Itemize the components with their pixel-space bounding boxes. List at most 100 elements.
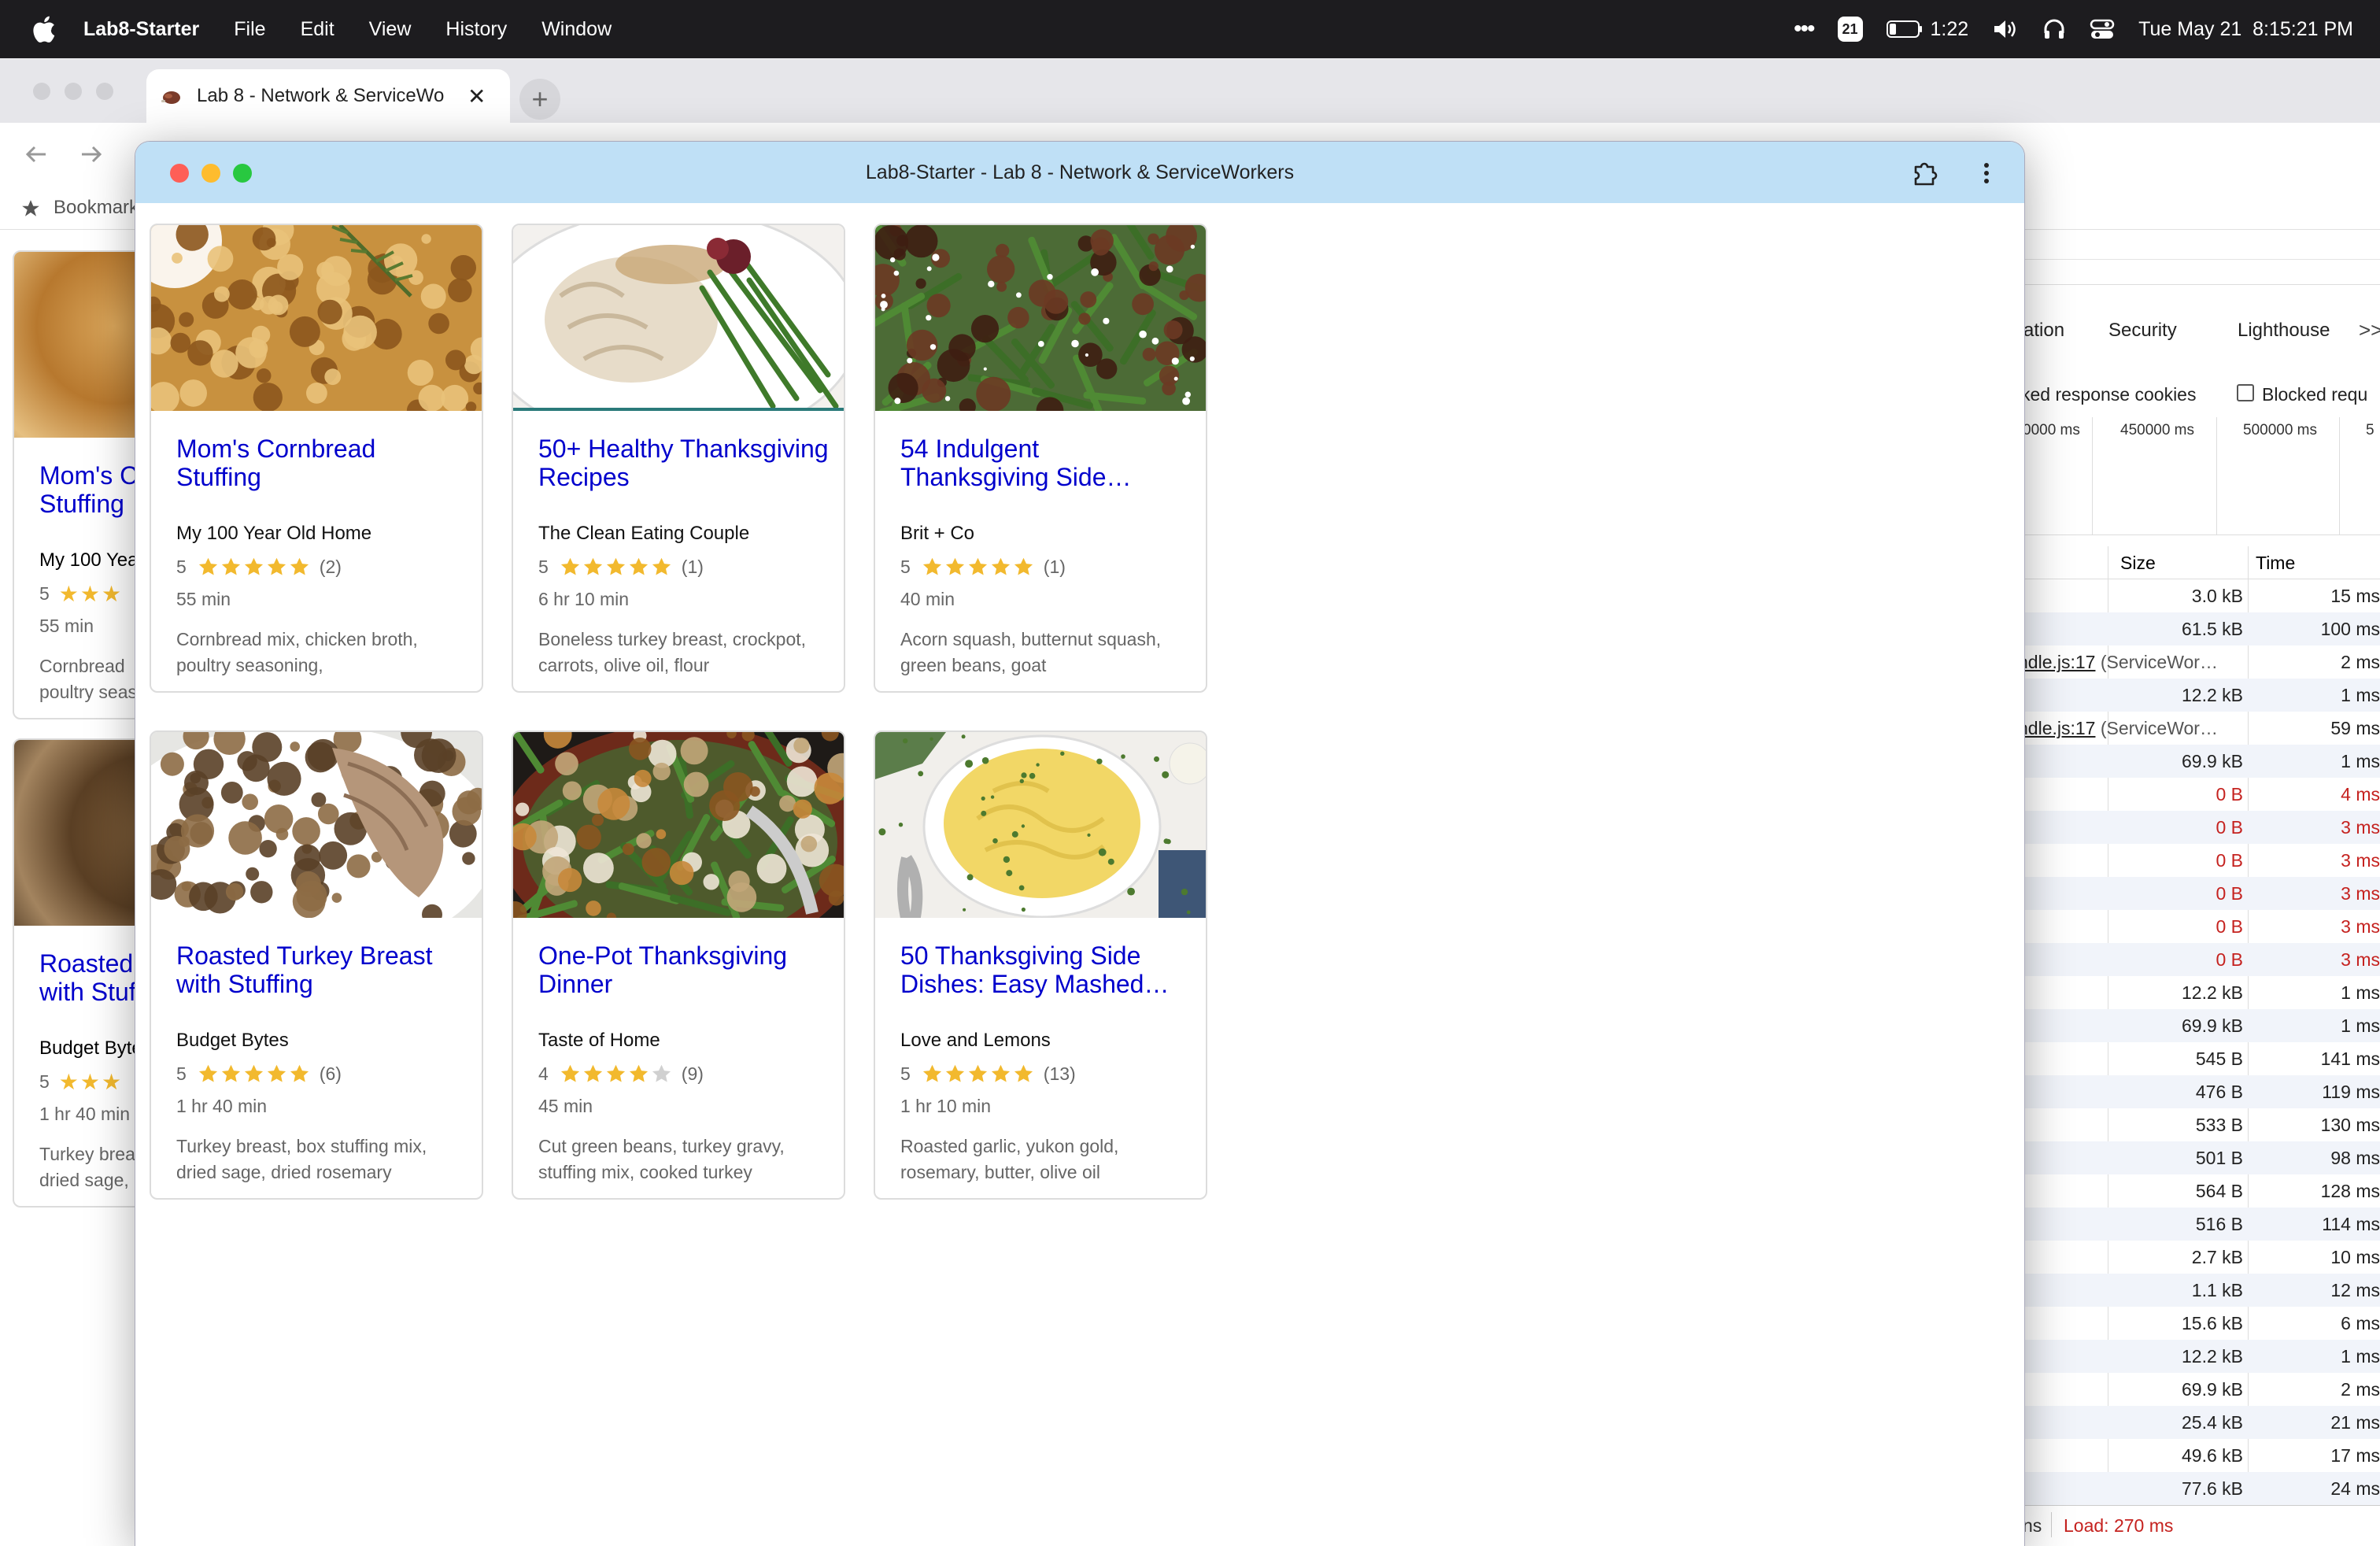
star-icon <box>583 1064 602 1082</box>
control-center-icon[interactable] <box>2090 18 2115 40</box>
menu-file[interactable]: File <box>234 18 265 41</box>
row-initiator[interactable]: ndle.js:17 (ServiceWor… <box>2018 718 2218 739</box>
recipe-title-link[interactable]: Roasted Turkey Breast with Stuffing <box>176 941 468 998</box>
timeline-tick: 500000 ms <box>2243 422 2318 438</box>
battery-status[interactable]: 1:22 <box>1886 18 1968 41</box>
network-row[interactable]: 564 B 128 ms <box>2015 1174 2380 1208</box>
recipe-image <box>151 225 482 411</box>
network-row[interactable]: 69.9 kB 2 ms <box>2015 1373 2380 1406</box>
volume-icon[interactable] <box>1992 18 2019 40</box>
blocked-requests-checkbox[interactable] <box>2237 384 2254 401</box>
network-row[interactable]: 0 B 3 ms <box>2015 877 2380 910</box>
network-row[interactable]: 0 B 3 ms <box>2015 910 2380 943</box>
recipe-title-link[interactable]: 50 Thanksgiving Side Dishes: Easy Mashed… <box>900 941 1192 998</box>
recipe-card[interactable]: One-Pot Thanksgiving Dinner Taste of Home… <box>512 730 845 1200</box>
row-size: 12.2 kB <box>2182 982 2243 1003</box>
network-row[interactable]: 25.4 kB 21 ms <box>2015 1406 2380 1439</box>
more-icon[interactable]: ••• <box>1794 16 1815 43</box>
network-row[interactable]: 0 B 4 ms <box>2015 778 2380 811</box>
back-card-title[interactable]: Roasted with Stuf <box>39 949 136 1006</box>
timeline-tick: 450000 ms <box>2120 422 2195 438</box>
bookmarks-label[interactable]: Bookmarks <box>54 197 148 219</box>
network-row[interactable]: 61.5 kB 100 ms <box>2015 612 2380 645</box>
row-time: 1 ms <box>2341 982 2380 1003</box>
row-time: 3 ms <box>2341 949 2380 970</box>
timeline-divider <box>2339 417 2340 535</box>
network-row[interactable]: 12.2 kB 1 ms <box>2015 976 2380 1009</box>
network-row[interactable]: 476 B 119 ms <box>2015 1075 2380 1108</box>
back-zoom-button[interactable] <box>96 83 113 100</box>
devtools-more-tabs-icon[interactable]: >> <box>2359 318 2380 342</box>
star-icon <box>290 557 309 575</box>
recipe-title-link[interactable]: Mom's Cornbread Stuffing <box>176 435 468 491</box>
network-row[interactable]: 12.2 kB 1 ms <box>2015 679 2380 712</box>
back-card-title[interactable]: Mom's C Stuffing <box>39 461 138 518</box>
network-row[interactable]: 3.0 kB 15 ms <box>2015 579 2380 612</box>
network-row[interactable]: 2.7 kB 10 ms <box>2015 1241 2380 1274</box>
network-row[interactable]: 15.6 kB 6 ms <box>2015 1307 2380 1340</box>
column-size-header[interactable]: Size <box>2120 553 2156 574</box>
back-tab[interactable]: Lab 8 - Network & ServiceWo ✕ <box>146 69 510 123</box>
network-row[interactable]: 545 B 141 ms <box>2015 1042 2380 1075</box>
row-time: 130 ms <box>2320 1115 2380 1135</box>
recipe-title-link[interactable]: 54 Indulgent Thanksgiving Side… <box>900 435 1192 491</box>
review-count: (9) <box>681 1063 704 1084</box>
star-icon <box>244 557 263 575</box>
row-time: 10 ms <box>2330 1247 2380 1267</box>
row-size: 516 B <box>2195 1214 2243 1234</box>
devtools-tab-security[interactable]: Security <box>2108 320 2177 342</box>
menu-app-name[interactable]: Lab8-Starter <box>83 18 199 41</box>
row-size: 61.5 kB <box>2182 619 2243 639</box>
network-row[interactable]: 533 B 130 ms <box>2015 1108 2380 1141</box>
network-row[interactable]: ndle.js:17 (ServiceWor… 2 ms <box>2015 645 2380 679</box>
apple-icon[interactable] <box>30 14 57 44</box>
recipe-ingredients: Roasted garlic, yukon gold, rosemary, bu… <box>900 1136 1119 1182</box>
row-initiator[interactable]: ndle.js:17 (ServiceWor… <box>2018 652 2218 673</box>
network-row[interactable]: 501 B 98 ms <box>2015 1141 2380 1174</box>
recipe-card[interactable]: Roasted Turkey Breast with Stuffing Budge… <box>150 730 483 1200</box>
recipe-title-link[interactable]: 50+ Healthy Thanksgiving Recipes <box>538 435 830 491</box>
network-row[interactable]: ndle.js:17 (ServiceWor… 59 ms <box>2015 712 2380 745</box>
recipe-rating: 5 (1) <box>538 554 704 579</box>
network-row[interactable]: 12.2 kB 1 ms <box>2015 1340 2380 1373</box>
network-row[interactable]: 49.6 kB 17 ms <box>2015 1439 2380 1472</box>
network-row[interactable]: 69.9 kB 1 ms <box>2015 745 2380 778</box>
devtools-tab-lighthouse[interactable]: Lighthouse <box>2238 320 2330 342</box>
menu-window[interactable]: Window <box>541 18 612 41</box>
recipe-title-link[interactable]: One-Pot Thanksgiving Dinner <box>538 941 830 998</box>
network-row[interactable]: 0 B 3 ms <box>2015 811 2380 844</box>
review-count: (6) <box>319 1063 342 1084</box>
row-size: 15.6 kB <box>2182 1313 2243 1333</box>
clock[interactable]: Tue May 21 8:15:21 PM <box>2138 18 2353 41</box>
recipe-card[interactable]: 50 Thanksgiving Side Dishes: Easy Mashed… <box>874 730 1207 1200</box>
notification-badge-icon[interactable]: 21 <box>1837 17 1863 42</box>
recipe-card[interactable]: 50+ Healthy Thanksgiving Recipes The Clea… <box>512 224 845 693</box>
network-row[interactable]: 0 B 3 ms <box>2015 943 2380 976</box>
back-close-button[interactable] <box>33 83 50 100</box>
column-time-header[interactable]: Time <box>2256 553 2295 574</box>
network-row[interactable]: 77.6 kB 24 ms <box>2015 1472 2380 1505</box>
forward-arrow-icon[interactable] <box>77 140 105 168</box>
row-time: 1 ms <box>2341 751 2380 771</box>
network-row[interactable]: 0 B 3 ms <box>2015 844 2380 877</box>
star-icon <box>652 1064 671 1082</box>
network-row[interactable]: 1.1 kB 12 ms <box>2015 1274 2380 1307</box>
menu-history[interactable]: History <box>445 18 507 41</box>
devtools-tab-application[interactable]: ation <box>2023 320 2064 342</box>
recipe-card[interactable]: Mom's Cornbread Stuffing My 100 Year Old … <box>150 224 483 693</box>
back-minimize-button[interactable] <box>65 83 82 100</box>
star-icon <box>198 1064 217 1082</box>
recipe-organization: Love and Lemons <box>900 1030 1051 1051</box>
recipe-card[interactable]: 54 Indulgent Thanksgiving Side… Brit + Co… <box>874 224 1207 693</box>
menu-edit[interactable]: Edit <box>301 18 334 41</box>
back-arrow-icon[interactable] <box>22 140 50 168</box>
tab-close-icon[interactable]: ✕ <box>468 83 486 109</box>
menu-view[interactable]: View <box>369 18 412 41</box>
network-row[interactable]: 69.9 kB 1 ms <box>2015 1009 2380 1042</box>
star-icon <box>560 557 579 575</box>
network-row[interactable]: 516 B 114 ms <box>2015 1208 2380 1241</box>
recipe-ingredients: Acorn squash, butternut squash, green be… <box>900 629 1162 675</box>
new-tab-button[interactable]: + <box>519 79 560 120</box>
row-size: 1.1 kB <box>2191 1280 2243 1300</box>
headphones-icon[interactable] <box>2042 17 2066 41</box>
